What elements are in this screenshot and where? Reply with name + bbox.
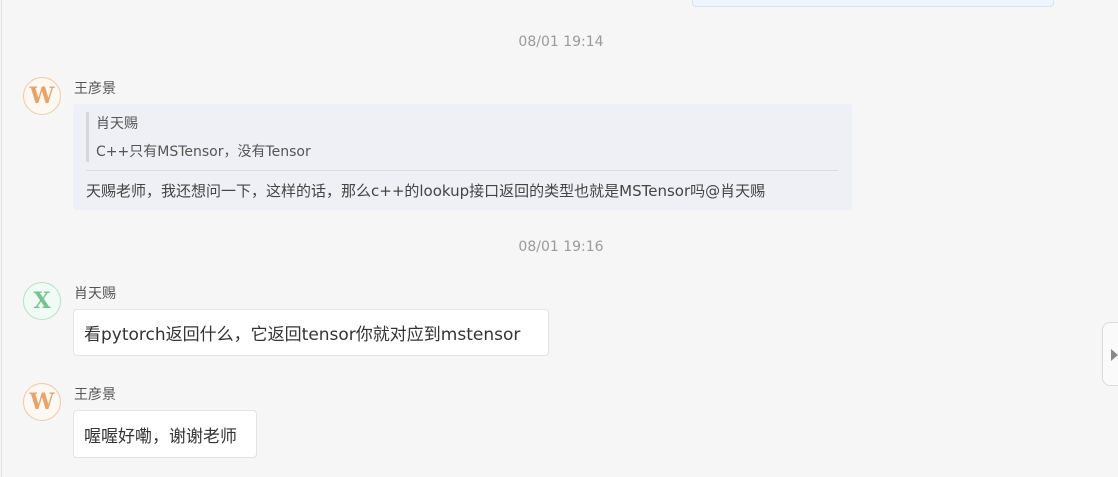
divider [86, 170, 838, 171]
message-text: 天赐老师，我还想问一下，这样的话，那么c++的lookup接口返回的类型也就是M… [86, 182, 766, 200]
message-bubble[interactable]: 喔喔好嘞，谢谢老师 [73, 410, 257, 458]
quote-text: C++只有MSTensor，没有Tensor [96, 144, 311, 160]
avatar[interactable]: W [23, 383, 61, 421]
triangle-right-icon [1111, 349, 1118, 361]
chat-message-area: 08/01 19:14 W 王彦景 肖天赐 C++只有MSTensor，没有Te… [1, 0, 1118, 477]
sender-name: 肖天赐 [74, 286, 116, 302]
side-panel-toggle[interactable] [1102, 322, 1118, 386]
previous-message-bubble [692, 0, 1054, 7]
reply-message-bubble[interactable]: 肖天赐 C++只有MSTensor，没有Tensor 天赐老师，我还想问一下，这… [73, 104, 852, 210]
avatar[interactable]: X [23, 282, 61, 320]
quote-bar [86, 112, 89, 162]
timestamp: 08/01 19:14 [518, 34, 604, 50]
message-text: 喔喔好嘞，谢谢老师 [84, 426, 237, 447]
message-text: 看pytorch返回什么，它返回tensor你就对应到mstensor [84, 325, 521, 345]
avatar[interactable]: W [23, 77, 61, 115]
message-bubble[interactable]: 看pytorch返回什么，它返回tensor你就对应到mstensor [73, 309, 549, 356]
timestamp: 08/01 19:16 [518, 239, 604, 255]
sender-name: 王彦景 [74, 81, 116, 97]
quote-author: 肖天赐 [96, 116, 138, 132]
sender-name: 王彦景 [74, 387, 116, 403]
